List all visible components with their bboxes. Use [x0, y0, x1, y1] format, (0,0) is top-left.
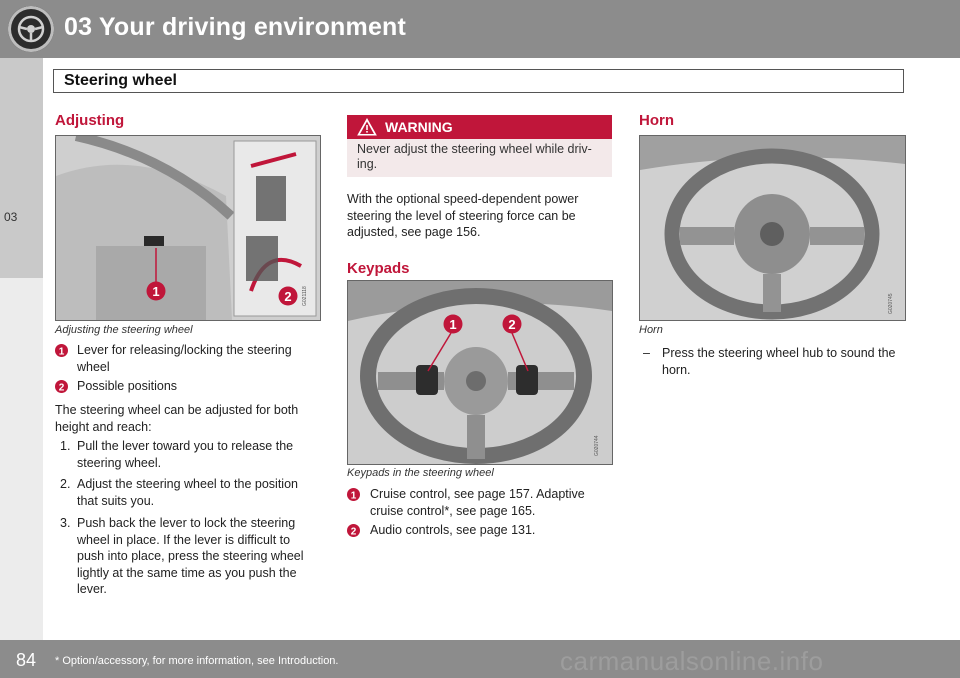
- chapter-number: 03: [4, 210, 18, 224]
- adjusting-caption: Adjusting the steering wheel: [55, 324, 193, 336]
- keypads-caption: Keypads in the steering wheel: [347, 467, 494, 479]
- figure-code: G020745: [888, 293, 894, 314]
- adjusting-figure: G021118 1 2: [55, 135, 321, 321]
- callout-1-icon: 1: [443, 314, 463, 334]
- step-number: 2.: [60, 477, 71, 491]
- warning-body: Never adjust the steering wheel while dr…: [347, 139, 612, 177]
- bullet-dash: –: [643, 346, 650, 360]
- footnote: * Option/accessory, for more information…: [55, 655, 339, 667]
- warning-text: Never adjust the steering wheel while dr…: [357, 142, 592, 171]
- steering-wheel-logo-icon: [8, 6, 54, 52]
- keypads-heading-wrap: Keypads: [347, 260, 410, 277]
- warning-header: WARNING: [347, 115, 612, 139]
- adjusting-intro: The steering wheel can be adjusted for b…: [55, 403, 299, 434]
- page-number: 84: [16, 650, 37, 670]
- svg-text:2: 2: [284, 289, 291, 304]
- svg-text:1: 1: [449, 317, 456, 332]
- svg-text:1: 1: [152, 284, 159, 299]
- figure-code: G020744: [594, 435, 600, 456]
- callout-1-icon: 1: [146, 281, 166, 301]
- horn-caption: Horn: [639, 324, 663, 336]
- horn-heading-wrap: Horn: [639, 112, 674, 129]
- watermark: carmanualsonline.info: [560, 646, 824, 676]
- legend-item: Audio controls, see page 131.: [370, 523, 536, 537]
- warning-triangle-icon: [357, 117, 377, 136]
- legend-2-icon: 2: [347, 524, 360, 538]
- legend-item: Lever for releasing/locking the steering…: [77, 343, 292, 374]
- adjusting-heading-wrap: Adjusting: [55, 112, 124, 129]
- step-text: Pull the lever toward you to release the…: [77, 439, 294, 470]
- chapter-header: 03 Your driving environment: [0, 0, 960, 58]
- keypads-figure: G020744 1 2: [347, 280, 613, 465]
- legend-1-icon: 1: [55, 344, 68, 358]
- legend-1-icon: 1: [347, 488, 360, 502]
- horn-text: Press the steering wheel hub to sound th…: [662, 346, 896, 377]
- figure-code: G021118: [302, 286, 308, 306]
- chapter-tab: [0, 58, 43, 278]
- step-text: Push back the lever to lock the steering…: [77, 516, 304, 596]
- svg-text:1: 1: [59, 347, 65, 358]
- keypads-heading: Keypads: [347, 260, 410, 277]
- section-title: Steering wheel: [64, 72, 177, 89]
- section-title-bar: Steering wheel: [53, 69, 904, 93]
- horn-figure: G020745: [639, 135, 906, 321]
- chapter-title: 03 Your driving environment: [64, 13, 407, 41]
- warning-title: WARNING: [385, 119, 453, 135]
- callout-2-icon: 2: [502, 314, 522, 334]
- svg-text:2: 2: [508, 317, 515, 332]
- adjusting-heading: Adjusting: [55, 112, 125, 129]
- step-text: Adjust the steering wheel to the positio…: [77, 477, 298, 508]
- legend-item: Possible positions: [77, 379, 178, 393]
- margin-strip: [0, 278, 43, 640]
- horn-heading: Horn: [639, 112, 674, 129]
- step-number: 3.: [60, 516, 71, 530]
- power-steering-text: With the optional speed-dependent power …: [347, 192, 579, 239]
- legend-2-icon: 2: [55, 380, 68, 394]
- svg-text:2: 2: [351, 527, 357, 538]
- svg-text:1: 1: [351, 491, 357, 502]
- callout-2-icon: 2: [278, 286, 298, 306]
- step-number: 1.: [60, 439, 71, 453]
- svg-text:2: 2: [59, 383, 65, 394]
- legend-item: Cruise control, see page 157. Adaptive c…: [370, 487, 585, 518]
